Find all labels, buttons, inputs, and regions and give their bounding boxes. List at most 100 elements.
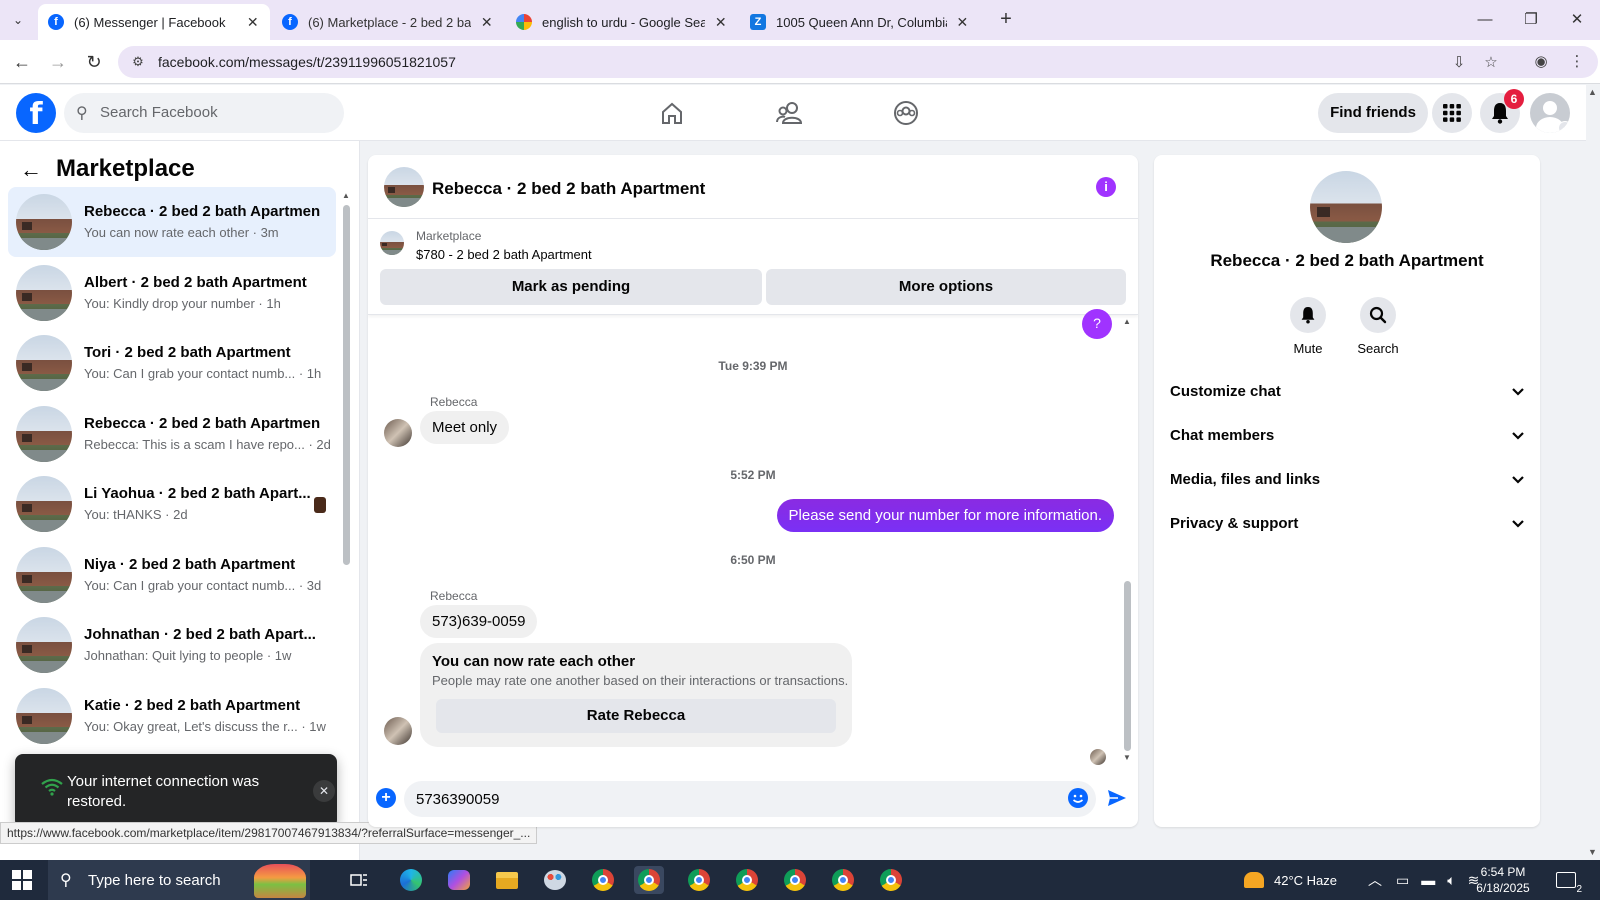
network-icon[interactable]: ▭ [1396, 872, 1409, 889]
conversation-item[interactable]: Li Yaohua · 2 bed 2 bath Apart... You: t… [8, 469, 336, 539]
mute-action[interactable]: Mute [1278, 297, 1338, 356]
friends-icon[interactable] [772, 95, 808, 131]
facebook-logo-icon[interactable]: f [16, 93, 56, 133]
install-app-icon[interactable]: ⇩ [1448, 52, 1470, 74]
sidebar-scrollbar[interactable]: ▲ [340, 189, 352, 749]
page-scrollbar[interactable]: ▲ ▼ [1586, 85, 1600, 860]
close-tab-icon[interactable]: ✕ [479, 14, 494, 31]
media-files-links-row[interactable]: Media, files and links [1170, 461, 1526, 501]
close-tab-icon[interactable]: ✕ [955, 14, 970, 31]
customize-chat-row[interactable]: Customize chat [1170, 373, 1526, 413]
close-icon[interactable]: ✕ [313, 780, 335, 802]
back-arrow-icon[interactable]: ← [8, 48, 36, 76]
chrome-profile-icon[interactable] [876, 866, 906, 894]
scroll-down-arrow-icon[interactable]: ▼ [1588, 847, 1597, 857]
volume-icon[interactable]: 🔈︎ [1447, 872, 1455, 889]
listing-title[interactable]: $780 - 2 bed 2 bath Apartment [416, 247, 592, 262]
scroll-up-arrow-icon[interactable]: ▲ [342, 191, 350, 200]
paint-app-icon[interactable] [540, 866, 570, 894]
task-view-icon[interactable] [344, 866, 374, 894]
chrome-profile-icon[interactable] [732, 866, 762, 894]
listing-thumbnail[interactable] [380, 231, 404, 255]
windows-start-icon[interactable] [12, 870, 32, 890]
incoming-message[interactable]: 573)639-0059 [420, 605, 538, 638]
restore-icon[interactable]: ❐ [1508, 6, 1554, 34]
reload-icon[interactable]: ↻ [80, 48, 108, 76]
notification-count: 2 [1576, 884, 1582, 895]
outgoing-message[interactable]: Please send your number for more informa… [776, 499, 1114, 532]
clock[interactable]: 6:54 PM 6/18/2025 [1458, 864, 1548, 896]
scroll-down-arrow-icon[interactable]: ▼ [1123, 753, 1131, 762]
copilot-icon[interactable] [444, 866, 474, 894]
find-friends-button[interactable]: Find friends [1318, 93, 1428, 133]
chrome-profile-icon[interactable] [828, 866, 858, 894]
menu-dots-icon[interactable]: ⋮ [1566, 51, 1588, 73]
scroll-up-arrow-icon[interactable]: ▲ [1588, 87, 1597, 97]
account-avatar[interactable]: ⌄ [1530, 93, 1570, 133]
conversation-item[interactable]: Albert · 2 bed 2 bath Apartment You: Kin… [8, 258, 336, 328]
minimize-icon[interactable]: — [1462, 6, 1508, 34]
incoming-message[interactable]: Meet only [420, 411, 510, 444]
emoji-icon[interactable] [1068, 788, 1088, 808]
chrome-profile-icon[interactable] [684, 866, 714, 894]
listing-thumbnail[interactable] [384, 167, 424, 207]
message-input[interactable] [404, 781, 1096, 817]
file-explorer-icon[interactable] [492, 866, 522, 894]
profile-icon[interactable]: ◉ [1530, 51, 1552, 73]
chrome-profile-icon[interactable] [780, 866, 810, 894]
tab-messenger[interactable]: f (6) Messenger | Facebook ✕ [38, 4, 270, 40]
chevron-up-icon[interactable]: ︿ [1368, 870, 1382, 890]
search-action[interactable]: Search [1348, 297, 1408, 356]
chrome-profile-icon[interactable] [588, 866, 618, 894]
chat-members-row[interactable]: Chat members [1170, 417, 1526, 457]
conversation-item[interactable]: Rebecca · 2 bed 2 bath Apartment You can… [8, 187, 336, 257]
conversation-item[interactable]: Niya · 2 bed 2 bath Apartment You: Can I… [8, 540, 336, 610]
weather-widget[interactable]: 42°C Haze [1244, 860, 1337, 900]
conversation-item[interactable]: Katie · 2 bed 2 bath Apartment You: Okay… [8, 681, 336, 751]
edge-icon[interactable] [396, 866, 426, 894]
privacy-support-row[interactable]: Privacy & support [1170, 505, 1526, 545]
scroll-up-arrow-icon[interactable]: ▲ [1123, 317, 1131, 326]
help-bubble-icon[interactable]: ? [1082, 309, 1112, 339]
conversation-item[interactable]: Johnathan · 2 bed 2 bath Apart... Johnat… [8, 610, 336, 680]
notification-center-icon[interactable]: 2 [1556, 860, 1582, 900]
scrollbar-thumb[interactable] [1124, 581, 1131, 751]
back-arrow-icon[interactable]: ← [20, 157, 42, 183]
home-icon[interactable] [654, 95, 690, 131]
facebook-search-input[interactable]: ⚲ Search Facebook [64, 93, 344, 133]
close-tab-icon[interactable]: ✕ [245, 14, 260, 31]
conversation-item[interactable]: Tori · 2 bed 2 bath Apartment You: Can I… [8, 328, 336, 398]
tab-google[interactable]: english to urdu - Google Search ✕ [506, 4, 738, 40]
taskbar-search-box[interactable]: ⚲ Type here to search [48, 860, 310, 900]
new-tab-plus-icon[interactable]: + [994, 8, 1018, 32]
tab-search-chevron-icon[interactable]: ⌄ [6, 8, 30, 32]
battery-icon[interactable]: ▬ [1421, 872, 1435, 888]
bookmark-star-icon[interactable]: ☆ [1480, 52, 1502, 74]
listing-avatar[interactable] [1310, 171, 1382, 243]
close-tab-icon[interactable]: ✕ [713, 14, 728, 31]
more-options-button[interactable]: More options [766, 269, 1126, 305]
info-icon[interactable]: i [1096, 177, 1116, 197]
avatar[interactable] [384, 717, 412, 745]
add-plus-icon[interactable]: + [376, 788, 396, 808]
groups-icon[interactable] [888, 95, 924, 131]
close-window-icon[interactable]: ✕ [1554, 6, 1600, 34]
search-icon[interactable] [1360, 297, 1396, 333]
scrollbar-thumb[interactable] [343, 205, 350, 565]
tab-zillow[interactable]: Z 1005 Queen Ann Dr, Columbia, ✕ [740, 4, 980, 40]
forward-arrow-icon[interactable]: → [44, 48, 72, 76]
tab-marketplace[interactable]: f (6) Marketplace - 2 bed 2 bath ✕ [272, 4, 504, 40]
chrome-active-icon[interactable] [634, 866, 664, 894]
bell-icon[interactable] [1290, 297, 1326, 333]
address-bar[interactable]: ⚙ facebook.com/messages/t/23911996051821… [118, 46, 1598, 78]
url-text[interactable]: facebook.com/messages/t/2391199605182105… [158, 54, 456, 70]
send-icon[interactable] [1106, 787, 1128, 809]
conversation-item[interactable]: Rebecca · 2 bed 2 bath Apartment Rebecca… [8, 399, 336, 469]
chat-title[interactable]: Rebecca · 2 bed 2 bath Apartment [432, 179, 705, 199]
rate-rebecca-button[interactable]: Rate Rebecca [436, 699, 836, 733]
avatar[interactable] [384, 419, 412, 447]
menu-grid-icon[interactable] [1432, 93, 1472, 133]
site-info-icon[interactable]: ⚙ [128, 52, 148, 72]
mark-as-pending-button[interactable]: Mark as pending [380, 269, 762, 305]
chat-scrollbar[interactable]: ▲ ▼ [1120, 315, 1134, 765]
